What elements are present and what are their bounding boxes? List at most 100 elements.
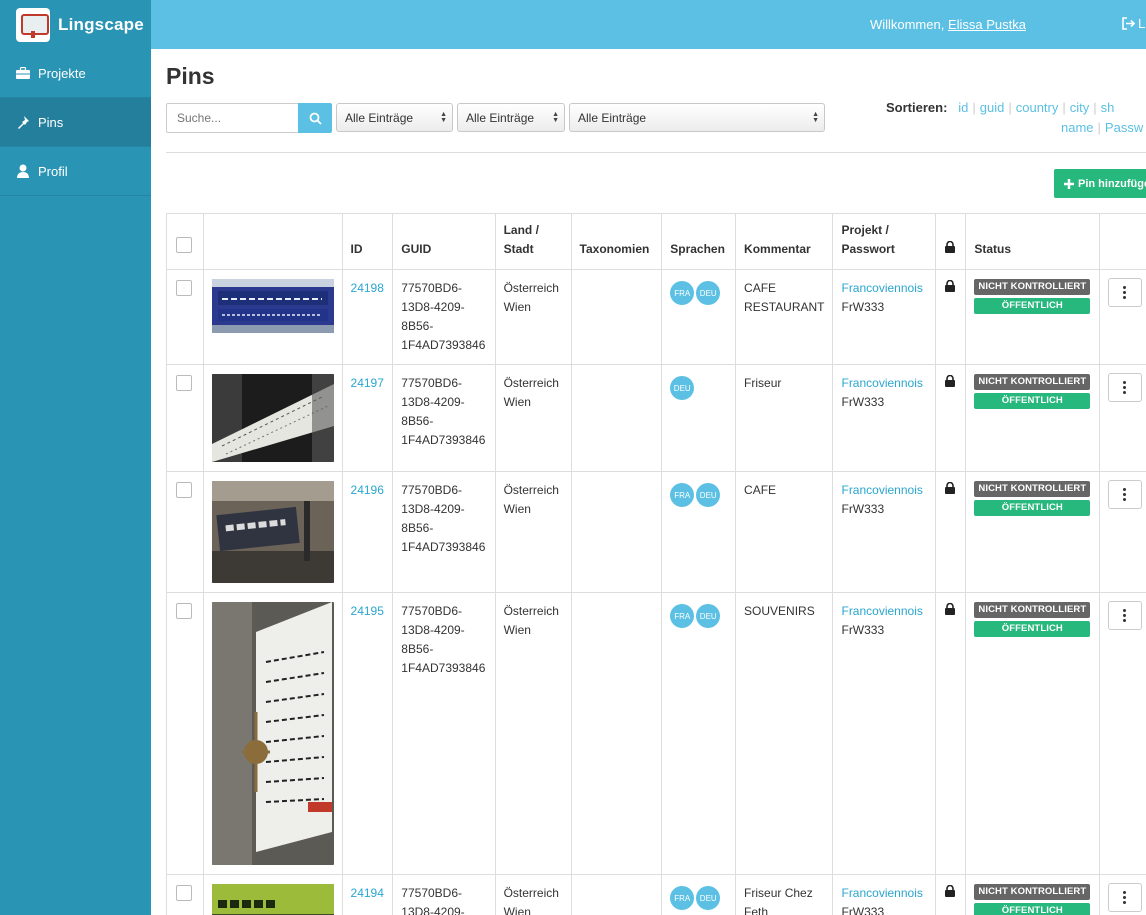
filter-select-1[interactable]: Alle Einträge ▲ ▼ — [336, 103, 453, 132]
location-cell: Österreich Wien — [494, 269, 572, 365]
project-link[interactable]: Francoviennois — [841, 483, 922, 497]
actions-cell — [1098, 874, 1146, 915]
table-row: 24197 77570BD6- 13D8-4209- 8B56- 1F4AD73938… — [166, 364, 1146, 472]
header-id[interactable]: ID — [341, 213, 394, 270]
row-select-cell[interactable] — [166, 471, 204, 593]
sort-link-city[interactable]: city — [1070, 100, 1090, 115]
project-link[interactable]: Francoviennois — [841, 604, 922, 618]
select-all-checkbox[interactable] — [176, 237, 192, 253]
thumbnail-cell[interactable] — [202, 592, 343, 875]
thumbnail-cell[interactable] — [202, 874, 343, 915]
header-land-stadt[interactable]: Land / Stadt — [494, 213, 572, 270]
pin-photo — [211, 884, 334, 915]
filter-select-value: Alle Einträge — [345, 110, 414, 125]
header-thumbnail — [202, 213, 343, 270]
row-menu-button[interactable] — [1107, 601, 1142, 630]
lock-cell — [935, 471, 967, 593]
row-menu-button[interactable] — [1107, 480, 1142, 509]
guid-part: 77570BD6- — [401, 281, 463, 295]
row-checkbox[interactable] — [176, 603, 192, 619]
row-menu-button[interactable] — [1107, 883, 1142, 912]
project-link[interactable]: Francoviennois — [841, 886, 922, 900]
row-menu-button[interactable] — [1107, 373, 1142, 402]
thumbnail-cell[interactable] — [202, 364, 343, 472]
guid-cell: 77570BD6- 13D8-4209- 8B56- 1F4AD7393846 — [392, 364, 496, 472]
row-select-cell[interactable] — [166, 874, 204, 915]
sort-link-id[interactable]: id — [958, 100, 968, 115]
header-land: Land / — [503, 223, 539, 237]
brand[interactable]: Lingscape — [0, 0, 151, 49]
thumbnail-cell[interactable] — [202, 269, 343, 365]
pin-id-link[interactable]: 24198 — [351, 281, 384, 295]
user-name-link[interactable]: Elissa Pustka — [948, 17, 1026, 32]
id-cell[interactable]: 24194 — [341, 874, 394, 915]
page-title: Pins — [166, 63, 215, 89]
sidebar-item-profil[interactable]: Profil — [0, 147, 151, 196]
projekt-cell: Francoviennois FrW333 — [832, 592, 937, 875]
header-guid[interactable]: GUID — [392, 213, 496, 270]
kebab-icon — [1123, 488, 1127, 501]
logout-link[interactable]: L — [1121, 16, 1145, 31]
pin-photo — [211, 279, 334, 333]
sidebar-item-pins[interactable]: Pins — [0, 98, 151, 147]
table-row: 24194 77570BD6- 13D8-4209- Österreich Wien… — [166, 874, 1146, 915]
guid-cell: 77570BD6- 13D8-4209- 8B56- 1F4AD7393846 — [392, 471, 496, 593]
id-cell[interactable]: 24197 — [341, 364, 394, 472]
filter-select-2[interactable]: Alle Einträge ▲ ▼ — [457, 103, 565, 132]
pin-id-link[interactable]: 24197 — [351, 376, 384, 390]
pin-photo — [211, 481, 334, 583]
pin-id-link[interactable]: 24194 — [351, 886, 384, 900]
filter-select-3[interactable]: Alle Einträge ▲ ▼ — [569, 103, 825, 132]
row-menu-button[interactable] — [1107, 278, 1142, 307]
guid-part: 1F4AD7393846 — [401, 540, 486, 554]
search-button[interactable] — [298, 103, 332, 133]
status-badge: NICHT KONTROLLIERT — [974, 279, 1091, 295]
add-pin-label: Pin hinzufüge — [1078, 177, 1146, 190]
row-select-cell[interactable] — [166, 592, 204, 875]
password-value: FrW333 — [841, 502, 885, 516]
header-status[interactable]: Status — [965, 213, 1100, 270]
table-row: 24198 77570BD6- 13D8-4209- 8B56- 1F4AD73938… — [166, 269, 1146, 365]
kommentar-cell: Friseur Chez Feth — [735, 874, 834, 915]
id-cell[interactable]: 24195 — [341, 592, 394, 875]
row-checkbox[interactable] — [176, 375, 192, 391]
project-link[interactable]: Francoviennois — [841, 376, 922, 390]
select-arrows-icon: ▲ ▼ — [440, 111, 447, 124]
top-navbar: Willkommen, Elissa Pustka — [151, 0, 1146, 49]
row-select-cell[interactable] — [166, 269, 204, 365]
header-projekt-passwort[interactable]: Projekt / Passwort — [832, 213, 937, 270]
row-checkbox[interactable] — [176, 482, 192, 498]
table-row: 24195 77570BD6- 13D8-4209- 8B56- 1F4AD73938… — [166, 592, 1146, 875]
lock-cell — [935, 269, 967, 365]
search-input[interactable] — [166, 103, 298, 133]
sprachen-cell: DEU — [661, 364, 737, 472]
project-link[interactable]: Francoviennois — [841, 281, 922, 295]
header-kommentar[interactable]: Kommentar — [735, 213, 834, 270]
sort-link-passwort[interactable]: Passw — [1105, 120, 1143, 135]
sort-link-country[interactable]: country — [1016, 100, 1059, 115]
lock-cell — [935, 592, 967, 875]
add-pin-button[interactable]: Pin hinzufüge — [1054, 169, 1146, 198]
pin-id-link[interactable]: 24195 — [351, 604, 384, 618]
header-taxonomien[interactable]: Taxonomien — [570, 213, 663, 270]
row-checkbox[interactable] — [176, 280, 192, 296]
pin-id-link[interactable]: 24196 — [351, 483, 384, 497]
sort-link-name[interactable]: name — [1061, 120, 1094, 135]
kebab-icon — [1123, 609, 1127, 622]
actions-cell — [1098, 364, 1146, 472]
thumbnail-cell[interactable] — [202, 471, 343, 593]
stadt-value: Wien — [503, 623, 531, 637]
id-cell[interactable]: 24196 — [341, 471, 394, 593]
row-select-cell[interactable] — [166, 364, 204, 472]
sidebar-item-projekte[interactable]: Projekte — [0, 49, 151, 98]
row-checkbox[interactable] — [176, 885, 192, 901]
stadt-value: Wien — [503, 905, 531, 915]
language-badge: DEU — [696, 281, 721, 305]
sort-link-sh[interactable]: sh — [1101, 100, 1115, 115]
header-select-all[interactable] — [166, 213, 204, 270]
stadt-value: Wien — [503, 395, 531, 409]
sort-link-guid[interactable]: guid — [980, 100, 1005, 115]
id-cell[interactable]: 24198 — [341, 269, 394, 365]
header-sprachen[interactable]: Sprachen — [661, 213, 737, 270]
visibility-badge: ÖFFENTLICH — [974, 903, 1091, 915]
